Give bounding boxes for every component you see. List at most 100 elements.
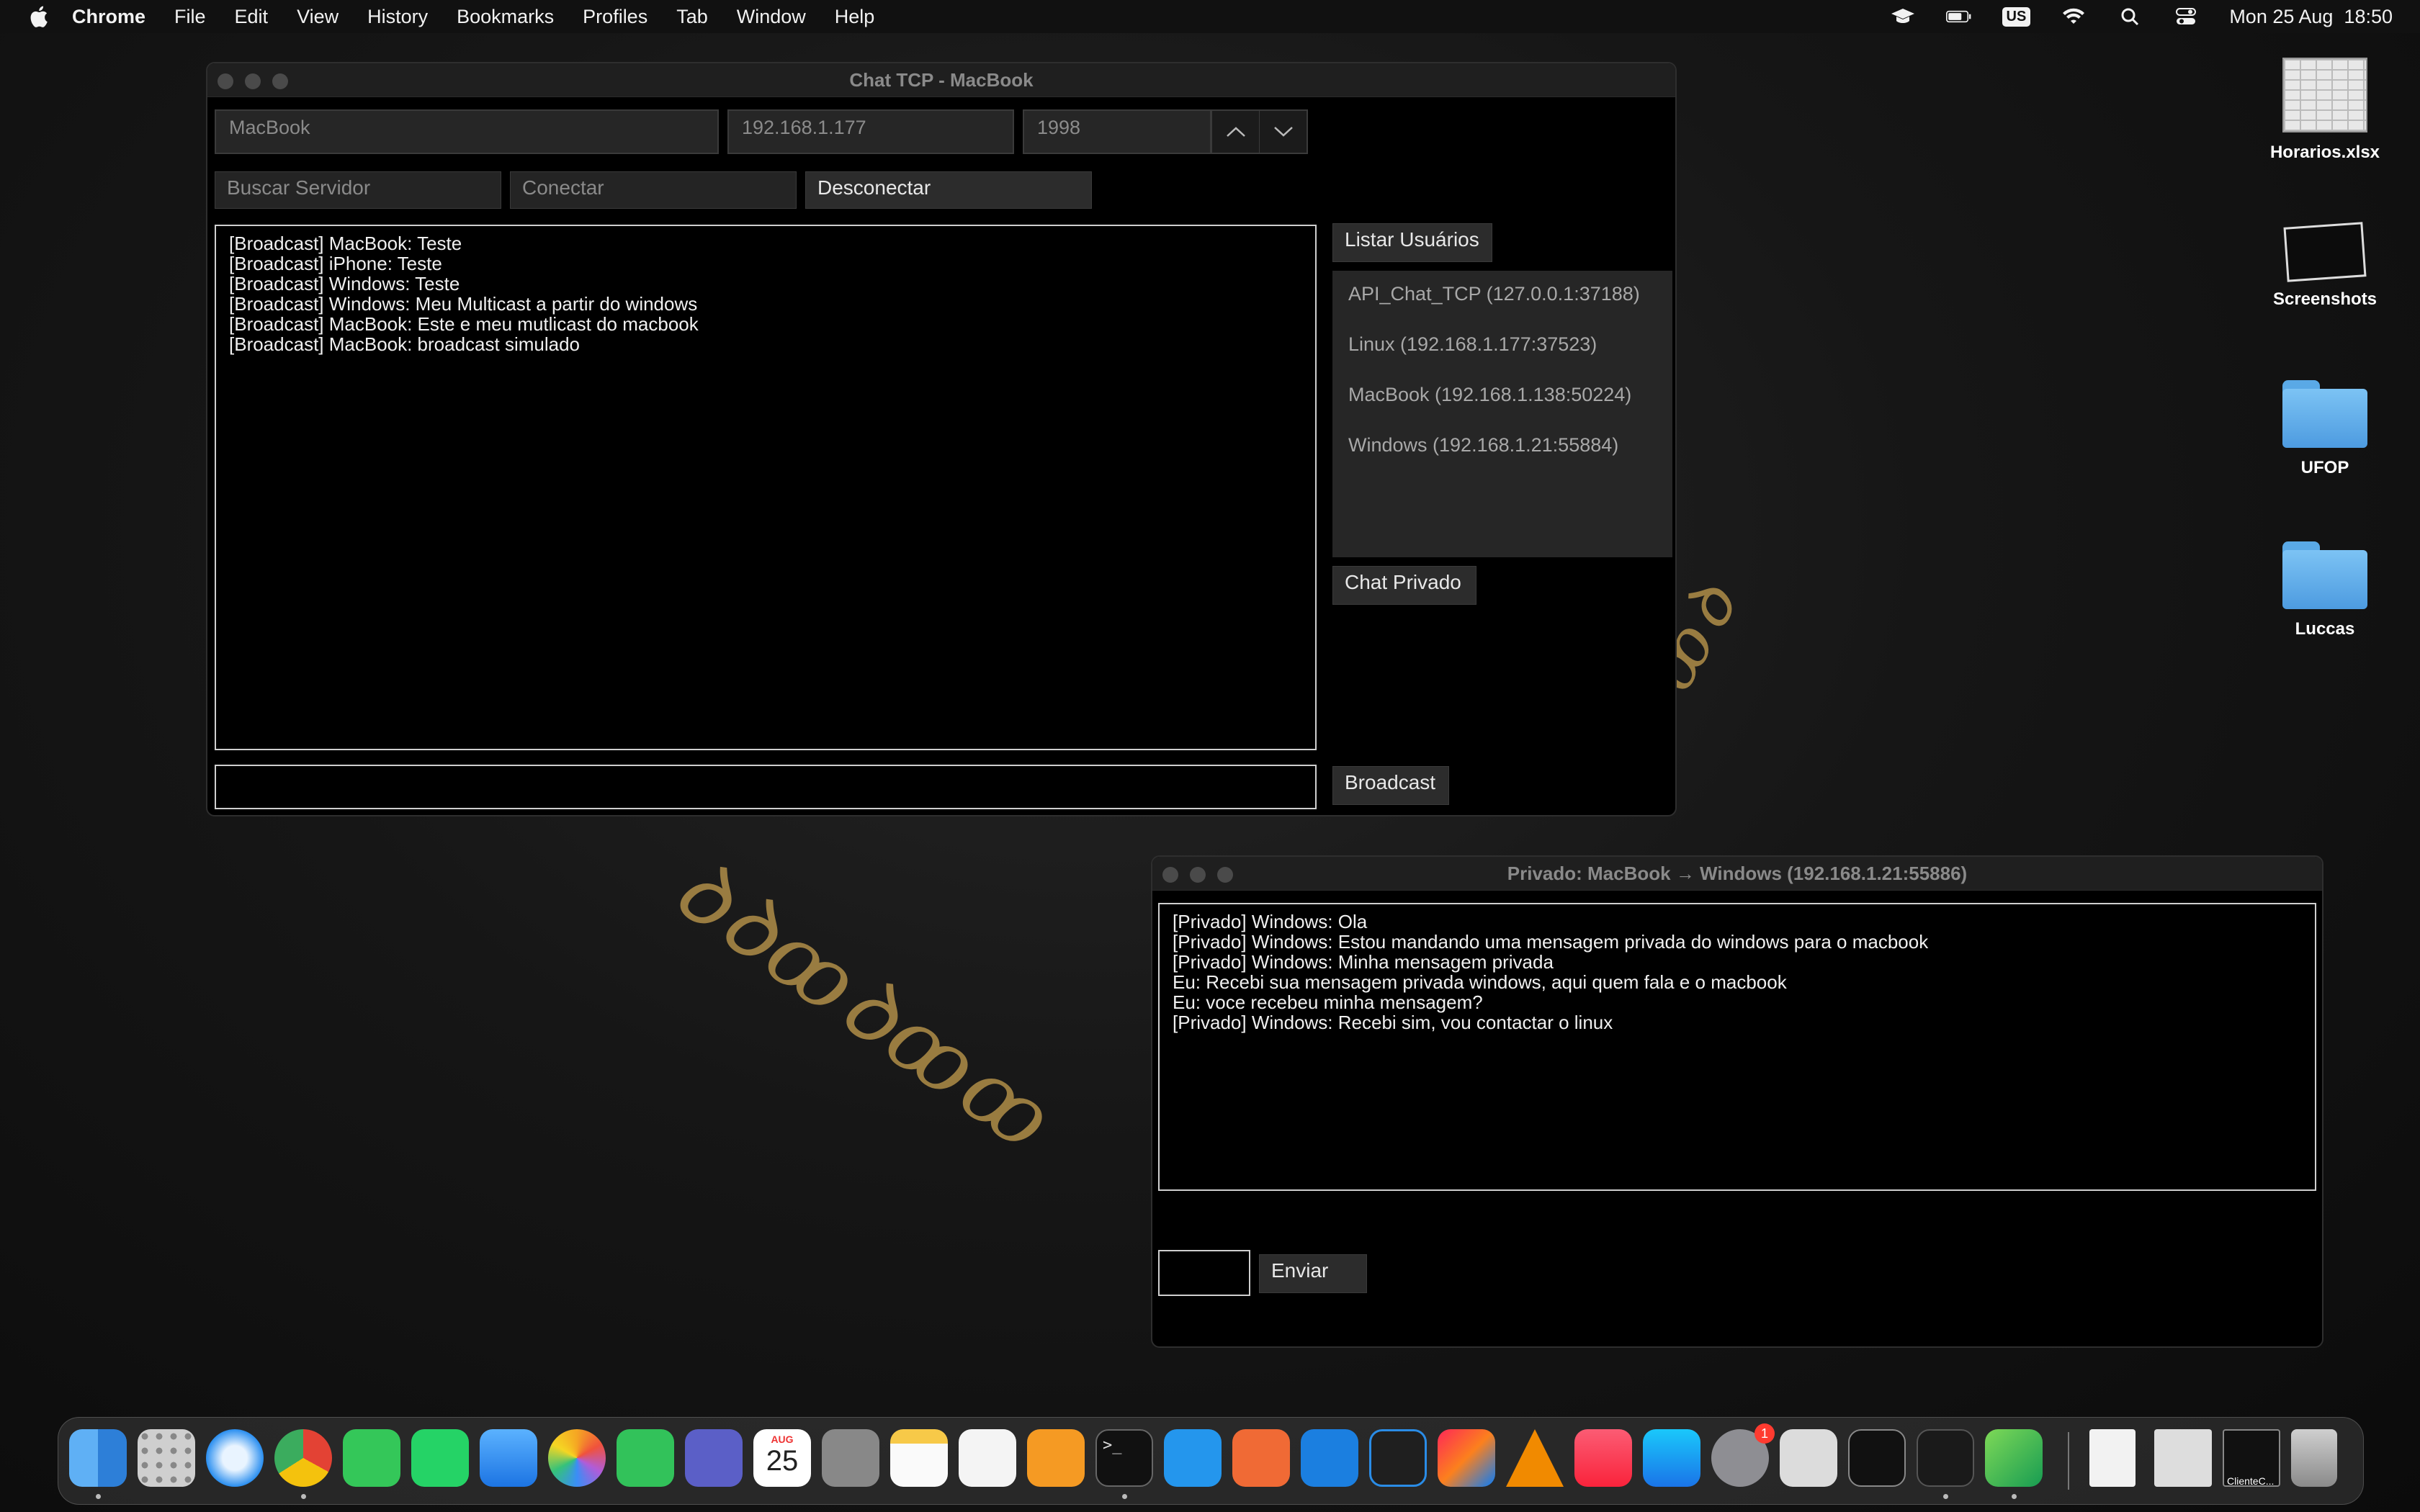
chat-message-line: Eu: voce recebeu minha mensagem? [1173,991,1483,1013]
xcode-icon[interactable] [1301,1429,1358,1487]
menubar-clock[interactable]: Mon 25 Aug 18:50 [2229,6,2393,28]
desktop-icon-label: Luccas [2295,619,2355,639]
list-users-button[interactable]: Listar Usuários [1332,223,1492,262]
menu-edit[interactable]: Edit [235,6,269,28]
private-message-log[interactable]: [Privado] Windows: Ola [Privado] Windows:… [1158,903,2316,1191]
menu-file[interactable]: File [174,6,206,28]
desktop-icon-luccas[interactable]: Luccas [2267,541,2383,639]
desktop-icon-label: Horarios.xlsx [2269,143,2380,162]
system-settings-icon[interactable]: 1 [1711,1423,1775,1487]
notes-icon[interactable] [890,1429,948,1487]
app-store-icon[interactable] [1643,1429,1700,1487]
connect-button[interactable]: Conectar [510,171,797,209]
whatsapp-icon[interactable] [411,1429,469,1487]
calendar-day: 25 [766,1445,799,1477]
name-field[interactable]: MacBook [215,109,719,154]
messages-icon[interactable] [343,1429,400,1487]
chat-message-line: [Broadcast] MacBook: broadcast simulado [229,333,581,355]
document-thumbnail-icon[interactable] [2089,1429,2136,1487]
terminal-icon[interactable]: >_ [1095,1429,1153,1487]
menu-help[interactable]: Help [835,6,875,28]
gitkraken-icon[interactable] [1985,1429,2043,1487]
chrome-icon[interactable] [274,1429,332,1487]
control-center-icon[interactable] [2173,6,2199,27]
menu-bookmarks[interactable]: Bookmarks [457,6,554,28]
calendar-icon[interactable]: AUG 25 [753,1429,811,1487]
search-icon[interactable] [2117,6,2143,27]
menu-window[interactable]: Window [737,6,806,28]
broadcast-input[interactable] [215,765,1317,809]
pen-app-icon[interactable] [1232,1429,1290,1487]
chevron-up-icon[interactable] [1211,111,1259,153]
private-message-input[interactable] [1158,1250,1250,1296]
spreadsheet-thumbnail-icon[interactable] [2154,1429,2212,1487]
trash-icon[interactable] [2291,1429,2337,1487]
window-titlebar[interactable]: Chat TCP - MacBook [207,63,1675,97]
safari-icon[interactable] [206,1429,264,1487]
menu-app-name[interactable]: Chrome [72,6,145,28]
desktop-icon-label: Screenshots [2272,289,2378,309]
battery-icon[interactable] [1945,6,1972,27]
user-list-item[interactable]: MacBook (192.168.1.138:50224) [1348,380,1657,431]
user-list-item[interactable]: Linux (192.168.1.177:37523) [1348,330,1657,380]
chat-message-line: [Privado] Windows: Estou mandando uma me… [1173,931,1929,953]
exec-icon[interactable] [1917,1429,1974,1487]
menu-history[interactable]: History [367,6,428,28]
vscode-icon[interactable] [1369,1429,1427,1487]
intellij-icon[interactable] [1438,1429,1495,1487]
mail-icon[interactable] [480,1429,537,1487]
desktop-icon-horarios[interactable]: Horarios.xlsx [2267,58,2383,163]
chat-message-line: [Privado] Windows: Ola [1173,911,1368,932]
teams-icon[interactable] [685,1429,743,1487]
window-title: Chat TCP - MacBook [849,69,1034,91]
user-list-item[interactable]: API_Chat_TCP (127.0.0.1:37188) [1348,279,1657,330]
desktop-icon-label: UFOP [2300,458,2349,477]
freeform-icon[interactable] [959,1429,1016,1487]
broadcast-button[interactable]: Broadcast [1332,766,1449,805]
xlsx-file-icon [2282,58,2367,132]
calendar-month: AUG [771,1434,794,1445]
pages-icon[interactable] [1027,1429,1085,1487]
port-field[interactable]: 1998 [1023,109,1211,154]
desktop-icon-ufop[interactable]: UFOP [2267,380,2383,478]
menu-profiles[interactable]: Profiles [583,6,647,28]
chat-tcp-window: Chat TCP - MacBook MacBook 192.168.1.177… [206,62,1677,816]
window-titlebar[interactable]: Privado: MacBook → Windows (192.168.1.21… [1152,857,2322,891]
desktop-icon-screenshots[interactable]: Screenshots [2267,222,2383,310]
apple-icon[interactable] [27,4,49,29]
activity-monitor-icon[interactable] [1848,1429,1906,1487]
chat-message-line: [Broadcast] Windows: Teste [229,273,460,294]
folder-icon [2282,541,2367,609]
input-source-badge[interactable]: US [2002,6,2031,27]
menu-tab[interactable]: Tab [676,6,708,28]
docker-icon[interactable] [1164,1429,1222,1487]
menu-view[interactable]: View [297,6,339,28]
disk-utility-icon[interactable] [1780,1429,1837,1487]
calculator-icon[interactable] [822,1429,879,1487]
broadcast-message-log[interactable]: [Broadcast] MacBook: Teste [Broadcast] iP… [215,225,1317,750]
finder-icon[interactable] [69,1429,127,1487]
private-chat-button[interactable]: Chat Privado [1332,566,1476,605]
chat-message-line: [Broadcast] MacBook: Este e meu mutlicas… [229,313,699,335]
chat-message-line: [Broadcast] iPhone: Teste [229,253,442,274]
graduation-cap-icon[interactable] [1890,6,1916,27]
search-server-button[interactable]: Buscar Servidor [215,171,501,209]
wifi-icon[interactable] [2061,6,2087,27]
settings-badge: 1 [1754,1423,1775,1444]
vlc-icon[interactable] [1506,1429,1564,1487]
send-button[interactable]: Enviar [1259,1254,1367,1293]
chevron-down-icon[interactable] [1259,111,1307,153]
launchpad-icon[interactable] [138,1429,195,1487]
photos-icon[interactable] [548,1429,606,1487]
users-list[interactable]: API_Chat_TCP (127.0.0.1:37188) Linux (192… [1332,271,1672,557]
terminal-thumbnail-label: ClienteC... [2227,1475,2275,1487]
music-icon[interactable] [1574,1429,1632,1487]
private-chat-window: Privado: MacBook → Windows (192.168.1.21… [1151,855,2323,1348]
terminal-thumbnail-icon[interactable]: ClienteC... [2223,1429,2280,1487]
chat-message-line: [Privado] Windows: Recebi sim, vou conta… [1173,1012,1613,1033]
disconnect-button[interactable]: Desconectar [805,171,1092,209]
facetime-icon[interactable] [617,1429,674,1487]
port-stepper [1210,109,1308,154]
user-list-item[interactable]: Windows (192.168.1.21:55884) [1348,431,1657,481]
ip-field[interactable]: 192.168.1.177 [727,109,1014,154]
